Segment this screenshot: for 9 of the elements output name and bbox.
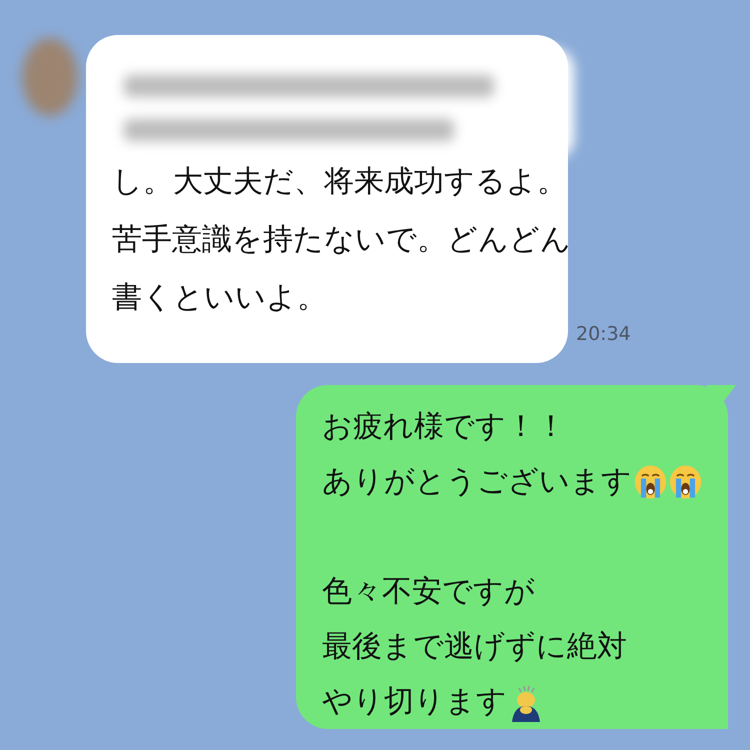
message-text: 色々不安ですが [322,573,535,611]
message-text: お疲れ様です！！ [322,408,566,446]
message-text: 最後まで逃げずに絶対 [322,628,627,666]
message-text: 苦手意識を持たないで。どんどん [112,221,571,259]
message-text: やり切ります [322,683,507,721]
message-text: し。大丈夫だ、将来成功するよ。 [112,163,567,201]
message-time: 20:34 [576,323,631,345]
message-text: ありがとうございます [322,463,632,501]
message-text: 書くといいよ。 [112,279,327,317]
